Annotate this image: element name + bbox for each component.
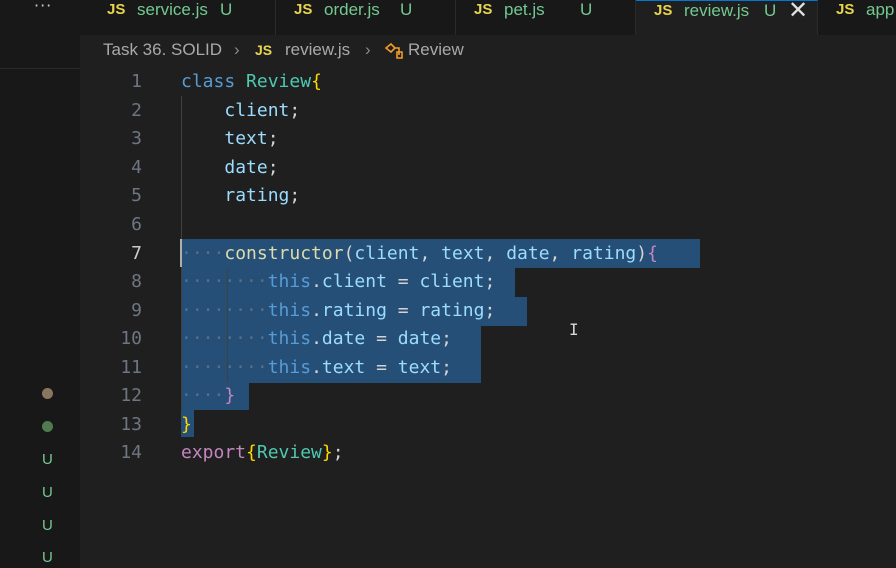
line-number: 9 [131, 300, 142, 321]
untracked-status-badge: U [42, 549, 53, 566]
untracked-status-badge: U [580, 0, 593, 19]
breadcrumb-file[interactable]: review.js [285, 40, 350, 60]
line-number: 10 [120, 328, 142, 349]
javascript-file-icon: JS [107, 1, 126, 18]
tab-review-js[interactable]: JS review.js U ✕ [636, 0, 818, 35]
chevron-right-icon: › [365, 40, 371, 59]
code-line: ····constructor(client, text, date, rati… [181, 243, 658, 264]
code-line: ········this.rating = rating; [181, 300, 496, 321]
code-line: ········this.client = client; [181, 271, 496, 292]
line-number: 5 [131, 185, 142, 206]
modified-dot-icon [42, 421, 53, 432]
line-number: 2 [131, 100, 142, 121]
code-line: class Review{ [181, 71, 322, 92]
tab-order-js[interactable]: JS order.js U [276, 0, 456, 35]
line-number: 8 [131, 271, 142, 292]
code-line: client; [224, 100, 301, 121]
line-number: 6 [131, 214, 142, 235]
javascript-file-icon: JS [255, 42, 273, 58]
javascript-file-icon: JS [836, 1, 855, 18]
code-line: date; [224, 157, 279, 178]
tab-app[interactable]: JS app [818, 0, 896, 35]
code-line: rating; [224, 185, 301, 206]
untracked-status-badge: U [220, 0, 233, 19]
breadcrumb-symbol[interactable]: Review [408, 40, 464, 60]
chevron-right-icon: › [234, 40, 240, 59]
tab-label: pet.js [504, 0, 545, 19]
mouse-ibeam-cursor: I [569, 320, 579, 339]
untracked-status-badge: U [42, 484, 53, 501]
tab-label: app [866, 0, 895, 19]
javascript-file-icon: JS [654, 2, 673, 19]
line-number: 12 [120, 385, 142, 406]
modified-dot-icon [42, 388, 53, 399]
tab-label: order.js [324, 0, 380, 19]
tab-label: review.js [684, 1, 750, 20]
untracked-status-badge: U [400, 0, 413, 19]
code-line: ········this.text = text; [181, 357, 452, 378]
breadcrumb: Task 36. SOLID › JS review.js › Review [80, 35, 896, 67]
code-line: ····} [181, 385, 236, 406]
code-editor[interactable]: 1 2 3 4 5 6 7 8 9 10 11 12 13 14 class R… [80, 67, 896, 568]
breadcrumb-folder[interactable]: Task 36. SOLID [103, 40, 222, 60]
explorer-side-panel: ··· U U U U [0, 0, 80, 568]
code-line: ········this.date = date; [181, 328, 452, 349]
untracked-status-badge: U [42, 517, 53, 534]
tab-service-js[interactable]: JS service.js U [80, 0, 276, 35]
line-number: 11 [120, 357, 142, 378]
panel-divider [0, 68, 80, 69]
code-line: export{Review}; [181, 442, 344, 463]
line-number: 14 [120, 442, 142, 463]
line-number: 1 [131, 71, 142, 92]
untracked-status-badge: U [764, 1, 777, 20]
more-actions-icon[interactable]: ··· [34, 0, 52, 15]
javascript-file-icon: JS [474, 1, 493, 18]
code-line: text; [224, 128, 279, 149]
javascript-file-icon: JS [294, 1, 313, 18]
line-number: 4 [131, 157, 142, 178]
editor-tab-bar: JS service.js U JS order.js U JS pet.js … [80, 0, 896, 35]
code-line: } [181, 414, 192, 435]
line-number: 7 [131, 243, 142, 264]
tab-label: service.js [137, 0, 208, 19]
line-number: 13 [120, 414, 142, 435]
line-number: 3 [131, 128, 142, 149]
tab-pet-js[interactable]: JS pet.js U [456, 0, 636, 35]
untracked-status-badge: U [42, 451, 53, 468]
class-symbol-icon [384, 42, 403, 59]
close-icon[interactable]: ✕ [788, 0, 808, 25]
